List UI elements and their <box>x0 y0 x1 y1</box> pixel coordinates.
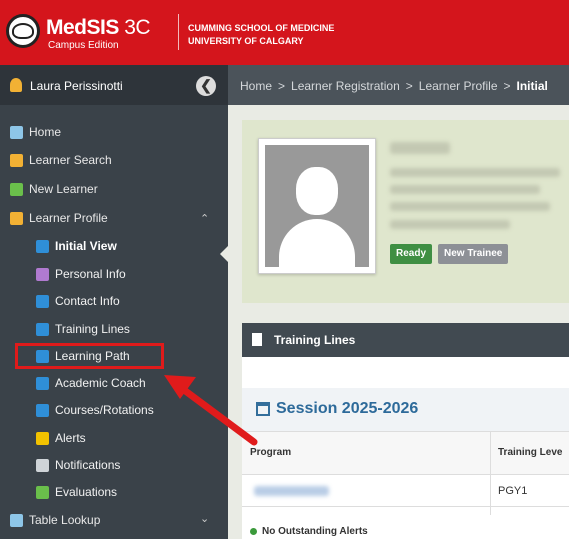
chevron-down-icon[interactable]: ⌄ <box>200 512 209 525</box>
sidebar-item-contact-info[interactable]: Contact Info <box>36 291 120 311</box>
learner-profile-card <box>242 120 569 303</box>
table-row[interactable]: PGY1 <box>242 475 569 507</box>
contact-info-icon <box>36 294 49 308</box>
sidebar-item-personal-info[interactable]: Personal Info <box>36 264 126 284</box>
calendar-icon <box>256 402 270 416</box>
training-lines-title: Training Lines <box>274 333 356 347</box>
training-lines-header: Training Lines <box>242 323 569 357</box>
new-learner-icon <box>10 182 23 196</box>
breadcrumb-learner-profile[interactable]: Learner Profile <box>419 79 498 93</box>
breadcrumb-separator-icon: > <box>503 79 511 93</box>
sidebar-item-new-learner[interactable]: New Learner <box>10 179 98 199</box>
sidebar-item-courses-rotations[interactable]: Courses/Rotations <box>36 400 154 420</box>
initial-view-icon <box>36 239 49 253</box>
status-badge-ready: Ready <box>390 244 433 264</box>
breadcrumb-current: Initial <box>516 79 548 93</box>
sidebar-item-training-lines[interactable]: Training Lines <box>36 319 130 339</box>
training-lines-icon <box>36 322 49 336</box>
sidebar-item-initial-view[interactable]: Initial View <box>36 236 117 256</box>
breadcrumb-separator-icon: > <box>405 79 413 93</box>
school-line-1: CUMMING SCHOOL OF MEDICINE <box>188 23 335 33</box>
redacted-detail <box>390 185 540 194</box>
breadcrumb-bar: Home > Learner Registration > Learner Profil… <box>228 65 569 105</box>
table-lookup-icon <box>10 513 23 527</box>
breadcrumb-home[interactable]: Home <box>240 79 272 93</box>
user-name[interactable]: Laura Perissinotti <box>30 79 123 93</box>
status-badge-new-trainee: New Trainee <box>438 244 509 264</box>
table-header: Program Training Leve <box>242 431 569 475</box>
personal-info-icon <box>36 267 49 281</box>
home-icon <box>10 125 23 139</box>
redacted-name <box>390 142 450 154</box>
learner-profile-icon <box>10 211 23 225</box>
column-header-program[interactable]: Program <box>250 447 291 458</box>
session-header: Session 2025-2026 <box>242 388 569 432</box>
academic-coach-icon <box>36 376 49 390</box>
sidebar-item-alerts[interactable]: Alerts <box>36 428 86 448</box>
school-name: CUMMING SCHOOL OF MEDICINE UNIVERSITY OF… <box>188 22 334 48</box>
sidebar-item-home[interactable]: Home <box>10 122 61 142</box>
evaluations-icon <box>36 485 49 499</box>
document-icon <box>252 333 262 346</box>
brand-name: MedSIS 3C <box>46 16 151 39</box>
learner-photo <box>258 138 376 274</box>
sidebar: Laura Perissinotti ❮ Home Learner Search… <box>0 65 228 539</box>
sidebar-item-evaluations[interactable]: Evaluations <box>36 482 117 502</box>
column-header-training-level[interactable]: Training Leve <box>498 447 562 458</box>
learner-search-icon <box>10 153 23 167</box>
breadcrumb-learner-registration[interactable]: Learner Registration <box>291 79 400 93</box>
redacted-program <box>254 486 329 496</box>
breadcrumb-separator-icon: > <box>278 79 286 93</box>
redacted-detail <box>390 202 550 211</box>
alert-icon <box>36 431 49 445</box>
redacted-detail <box>390 220 510 229</box>
training-level-cell: PGY1 <box>498 485 528 497</box>
collapse-sidebar-button[interactable]: ❮ <box>196 76 216 96</box>
session-title: Session 2025-2026 <box>276 400 419 417</box>
avatar-placeholder-icon <box>265 145 369 267</box>
top-header: MedSIS 3C Campus Edition CUMMING SCHOOL … <box>0 0 569 65</box>
status-dot-icon <box>250 528 257 535</box>
active-item-pointer <box>220 246 228 262</box>
sidebar-item-academic-coach[interactable]: Academic Coach <box>36 373 146 393</box>
courses-icon <box>36 403 49 417</box>
sidebar-item-learner-profile[interactable]: Learner Profile <box>10 208 108 228</box>
medsis-logo[interactable]: MedSIS 3C Campus Edition <box>6 10 174 54</box>
user-icon <box>10 78 22 92</box>
sidebar-item-learner-search[interactable]: Learner Search <box>10 150 112 170</box>
training-lines-panel: Training Lines Session 2025-2026 Program… <box>242 323 569 539</box>
user-bar: Laura Perissinotti ❮ <box>0 65 228 105</box>
notifications-icon <box>36 458 49 472</box>
redacted-detail <box>390 168 560 177</box>
sidebar-item-notifications[interactable]: Notifications <box>36 455 120 475</box>
breadcrumb: Home > Learner Registration > Learner Profil… <box>240 79 548 93</box>
school-line-2: UNIVERSITY OF CALGARY <box>188 36 304 46</box>
chevron-up-icon[interactable]: ⌃ <box>200 212 209 225</box>
header-divider <box>178 14 179 50</box>
brand-subtitle: Campus Edition <box>48 40 119 51</box>
sidebar-item-table-lookup[interactable]: Table Lookup <box>10 510 100 530</box>
medsis-emblem-icon <box>6 14 40 48</box>
alerts-status: No Outstanding Alerts <box>250 526 368 537</box>
highlight-box <box>15 343 164 369</box>
